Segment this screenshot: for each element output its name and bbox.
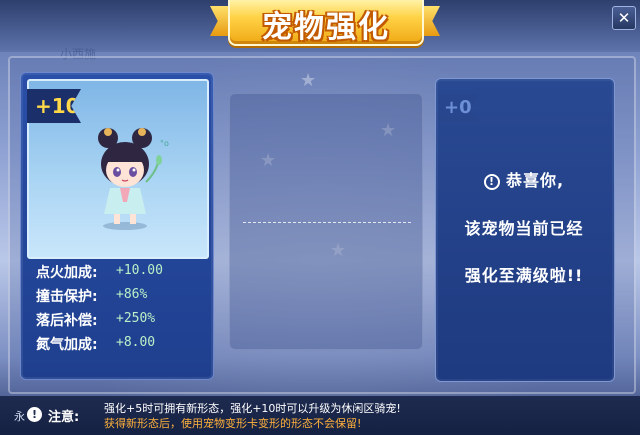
stat-row: 撞击保护: +86%	[36, 286, 206, 310]
notice-icon: !	[27, 407, 42, 422]
stat-value: +8.00	[116, 335, 156, 350]
stat-label: 点火加成:	[36, 265, 98, 281]
stat-label: 撞击保护:	[36, 289, 98, 305]
stat-value: +10.00	[116, 263, 163, 278]
stat-value: +86%	[116, 287, 148, 302]
stat-row: 落后补偿: +250%	[36, 310, 206, 334]
notice-label: 注意:	[48, 410, 80, 425]
close-icon: ✕	[617, 9, 631, 27]
stat-label: 氮气加成:	[36, 337, 98, 353]
info-icon: !	[483, 173, 500, 190]
side-label: 永	[14, 410, 25, 423]
divider	[243, 222, 411, 223]
message-text: 恭喜你,	[505, 171, 565, 190]
stat-row: 氮气加成: +8.00	[36, 334, 206, 358]
pet-chibi-girl-icon: °o	[98, 128, 169, 230]
notice-text-line1: 强化+5时可拥有新形态，强化+10时可以升级为休闲区骑宠!	[104, 402, 401, 415]
stat-label: 落后补偿:	[36, 313, 98, 329]
pet-stats: 点火加成: +10.00 撞击保护: +86% 落后补偿: +250% 氮气加成…	[36, 262, 206, 358]
max-level-message-line1: ! 恭喜你,	[435, 167, 613, 191]
title-banner: 宠物强化	[228, 0, 424, 46]
max-level-message-line3: 强化至满级啦!!	[464, 266, 584, 285]
close-button[interactable]: ✕	[612, 6, 636, 30]
notice-text-line2: 获得新形态后，使用宠物变形卡变形的形态不会保留!	[104, 417, 362, 430]
decor-star-icon: ★	[300, 70, 317, 91]
page-title: 宠物强化	[262, 10, 390, 45]
stat-row: 点火加成: +10.00	[36, 262, 206, 286]
max-level-message-line2: 该宠物当前已经	[464, 219, 584, 238]
stat-value: +250%	[116, 311, 156, 326]
svg-text:°o: °o	[160, 139, 169, 148]
